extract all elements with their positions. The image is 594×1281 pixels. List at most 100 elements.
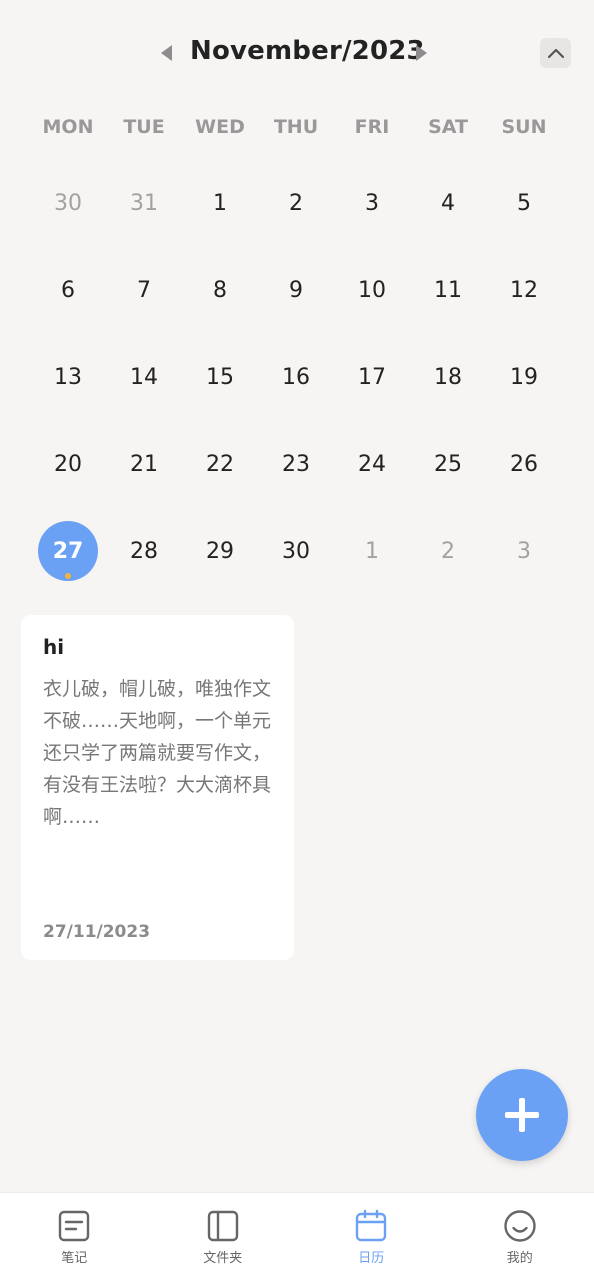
weekday-header-row: MONTUEWEDTHUFRISATSUN [30,116,562,138]
calendar-day[interactable]: 11 [410,247,486,334]
calendar-day[interactable]: 9 [258,247,334,334]
nav-profile-label: 我的 [507,1247,533,1266]
calendar-day-number: 16 [282,365,310,390]
nav-folders-label: 文件夹 [203,1247,242,1266]
calendar-day[interactable]: 22 [182,421,258,508]
calendar-day[interactable]: 7 [106,247,182,334]
calendar-day[interactable]: 25 [410,421,486,508]
weekday-label: MON [30,116,106,138]
chevron-up-icon [547,47,565,59]
weekday-label: TUE [106,116,182,138]
calendar-day-number: 4 [441,191,455,216]
calendar-day-number: 25 [434,452,462,477]
calendar-day-number: 17 [358,365,386,390]
smiley-icon [503,1209,537,1243]
note-date: 27/11/2023 [43,922,150,942]
calendar-day-number: 15 [206,365,234,390]
calendar-day[interactable]: 31 [106,160,182,247]
calendar-day-number: 22 [206,452,234,477]
calendar-day[interactable]: 8 [182,247,258,334]
calendar-day[interactable]: 29 [182,508,258,595]
weekday-label: SUN [486,116,562,138]
calendar-day-number: 20 [54,452,82,477]
calendar-day-number: 30 [282,539,310,564]
note-preview: 衣儿破，帽儿破，唯独作文不破……天地啊，一个单元还只学了两篇就要写作文，有没有王… [43,673,272,833]
calendar-day[interactable]: 26 [486,421,562,508]
calendar-day[interactable]: 15 [182,334,258,421]
nav-notes-label: 笔记 [61,1247,87,1266]
note-indicator-dot [65,573,71,579]
calendar-week-row: 27 28 29 30 12 3 [30,508,562,595]
calendar-day[interactable]: 2 [410,508,486,595]
calendar-day[interactable]: 5 [486,160,562,247]
calendar-week-row: 303112345 [30,160,562,247]
calendar-day-number: 28 [130,539,158,564]
caret-right-icon [412,42,430,64]
note-icon [57,1209,91,1243]
calendar-day-number: 1 [213,191,227,216]
calendar-day-number: 14 [130,365,158,390]
calendar-day[interactable]: 16 [258,334,334,421]
calendar-icon [354,1209,388,1243]
calendar-day-number: 24 [358,452,386,477]
note-card[interactable]: hi 衣儿破，帽儿破，唯独作文不破……天地啊，一个单元还只学了两篇就要写作文，有… [21,615,294,960]
calendar-day-number: 21 [130,452,158,477]
calendar-day[interactable]: 30 [30,160,106,247]
nav-calendar[interactable]: 日历 [297,1193,446,1281]
calendar-day[interactable]: 18 [410,334,486,421]
calendar-day[interactable]: 13 [30,334,106,421]
calendar-day-number: 6 [61,278,75,303]
calendar-day-number: 19 [510,365,538,390]
calendar-day[interactable]: 10 [334,247,410,334]
calendar-day[interactable]: 30 [258,508,334,595]
calendar-day[interactable]: 12 [486,247,562,334]
collapse-calendar-button[interactable] [540,38,571,68]
nav-folders[interactable]: 文件夹 [149,1193,298,1281]
calendar-day[interactable]: 2 [258,160,334,247]
weekday-label: WED [182,116,258,138]
nav-notes[interactable]: 笔记 [0,1193,149,1281]
calendar-day[interactable]: 1 [182,160,258,247]
calendar-week-row: 6 7 8 9 1011 12 [30,247,562,334]
calendar-day[interactable]: 23 [258,421,334,508]
calendar-day[interactable]: 19 [486,334,562,421]
weekday-label: THU [258,116,334,138]
calendar-day-number: 31 [130,191,158,216]
calendar-day-number: 5 [517,191,531,216]
calendar-week-row: 13 14 15 16 17 18 19 [30,334,562,421]
calendar-day-number: 27 [53,539,84,564]
calendar-day-number: 12 [510,278,538,303]
calendar-day[interactable]: 17 [334,334,410,421]
calendar-day[interactable]: 3 [334,160,410,247]
calendar-day[interactable]: 4 [410,160,486,247]
calendar-week-row: 20 21 22 23 24 25 26 [30,421,562,508]
calendar-day-selected[interactable]: 27 [30,508,106,595]
calendar-day[interactable]: 6 [30,247,106,334]
calendar-day[interactable]: 3 [486,508,562,595]
calendar-day-number: 18 [434,365,462,390]
nav-profile[interactable]: 我的 [446,1193,594,1281]
add-note-button[interactable] [476,1069,568,1161]
calendar-header: November/2023 [0,0,594,110]
next-month-button[interactable] [412,42,430,64]
calendar-day-number: 9 [289,278,303,303]
calendar-day[interactable]: 24 [334,421,410,508]
calendar-day-number: 7 [137,278,151,303]
calendar-day[interactable]: 20 [30,421,106,508]
nav-calendar-label: 日历 [358,1247,384,1266]
prev-month-button[interactable] [158,42,176,64]
calendar-day[interactable]: 21 [106,421,182,508]
bottom-navigation: 笔记 文件夹 日历 我的 [0,1192,594,1281]
calendar-day-number: 23 [282,452,310,477]
weekday-label: FRI [334,116,410,138]
calendar-day[interactable]: 14 [106,334,182,421]
calendar-day[interactable]: 28 [106,508,182,595]
weekday-label: SAT [410,116,486,138]
calendar-day-number: 3 [517,539,531,564]
calendar-day[interactable]: 1 [334,508,410,595]
calendar-day-number: 13 [54,365,82,390]
calendar-day-number: 26 [510,452,538,477]
calendar-day-number: 8 [213,278,227,303]
calendar-grid: 3031123456789101112131415161718192021222… [30,160,562,595]
note-title: hi [43,635,272,659]
